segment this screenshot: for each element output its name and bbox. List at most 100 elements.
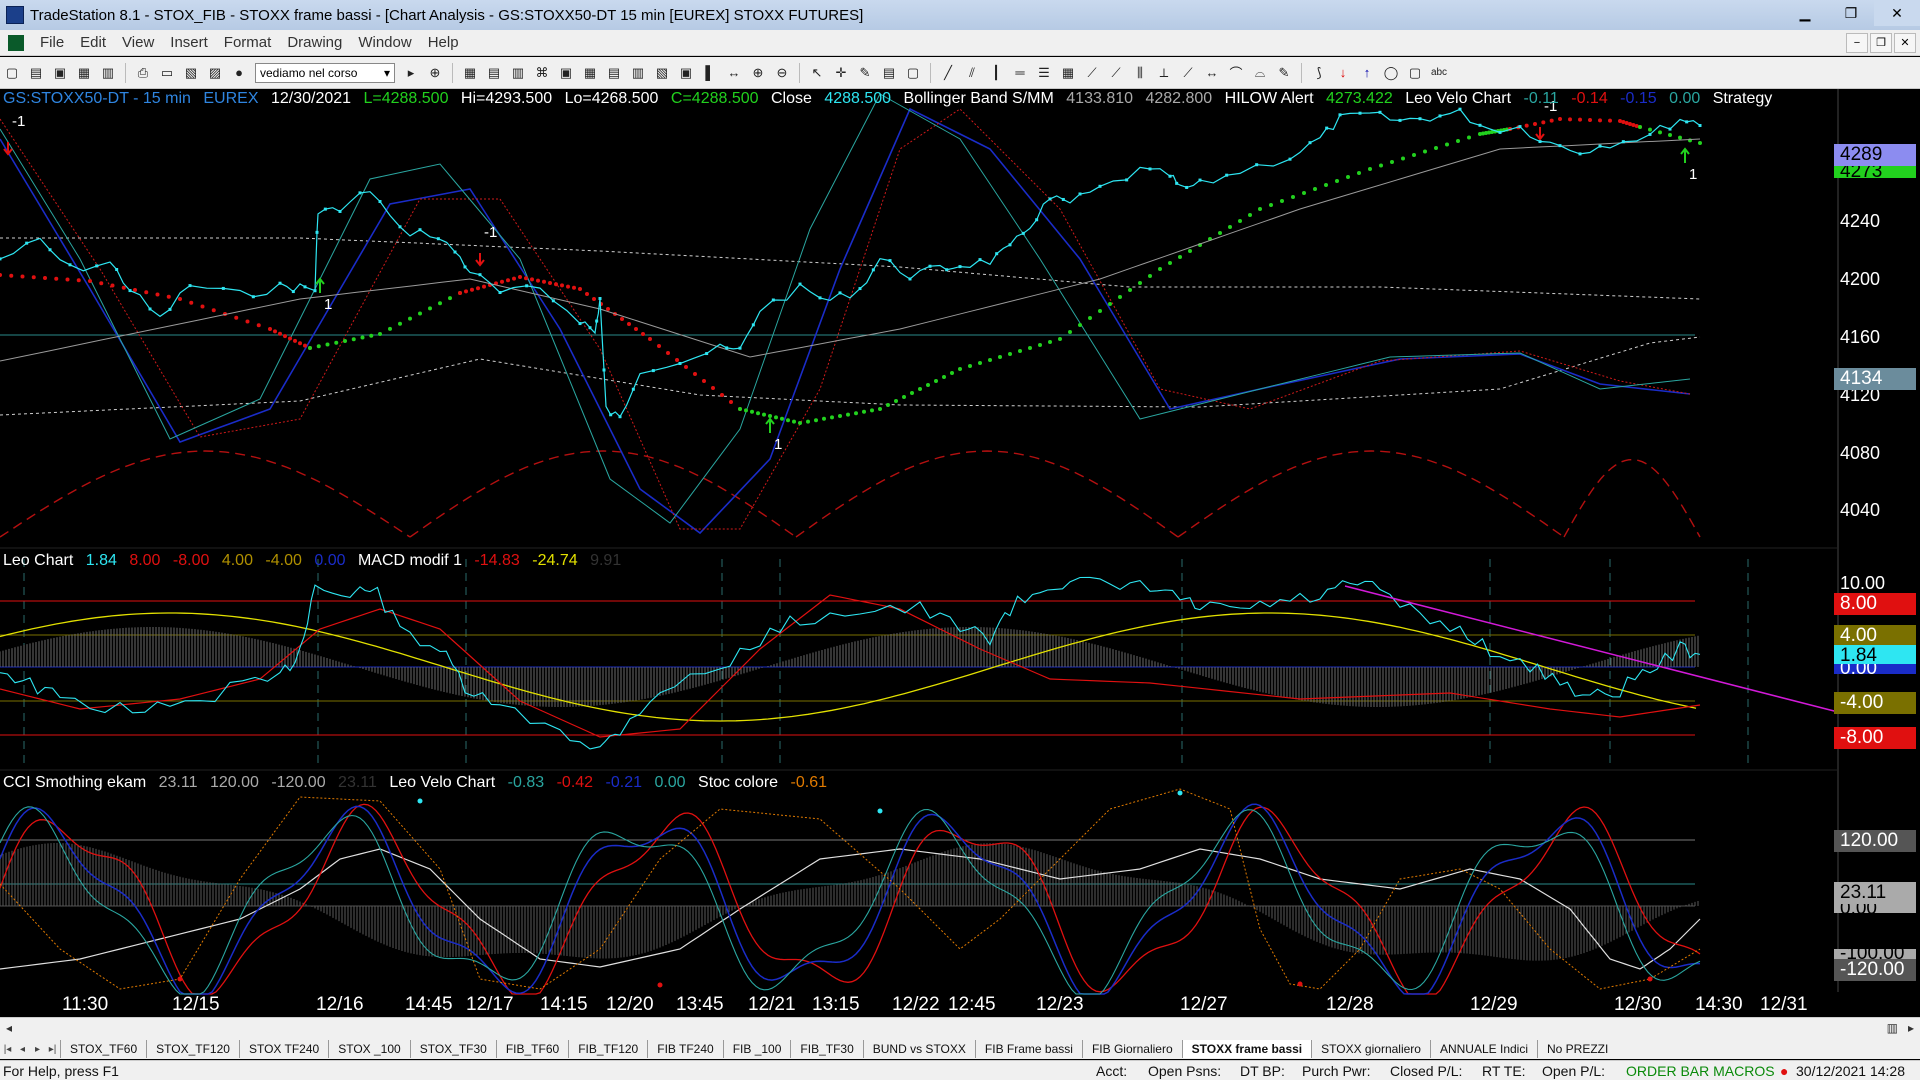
regression-icon[interactable]: ⫼: [1130, 63, 1150, 83]
gann-icon[interactable]: ⟋: [1082, 63, 1102, 83]
fib-ext-icon[interactable]: ▦: [1058, 63, 1078, 83]
drawing-icon[interactable]: ▢: [903, 63, 923, 83]
lock-icon[interactable]: ▦: [74, 63, 94, 83]
alert-icon[interactable]: ▨: [205, 63, 225, 83]
cycle-icon[interactable]: ⟂: [1154, 63, 1174, 83]
arc-icon[interactable]: ⌒: [1226, 63, 1246, 83]
tab-last-icon[interactable]: ▸|: [45, 1044, 60, 1055]
fib-icon[interactable]: ☰: [1034, 63, 1054, 83]
format-icon[interactable]: ▤: [879, 63, 899, 83]
desktop-icon[interactable]: ▥: [98, 63, 118, 83]
mdi-restore-button[interactable]: ❐: [1870, 32, 1892, 53]
price-bar: [278, 281, 282, 285]
vertical-line-icon[interactable]: ┃: [986, 63, 1006, 83]
tab-fib-tf120[interactable]: FIB_TF120: [568, 1040, 647, 1058]
refresh-icon[interactable]: ▧: [181, 63, 201, 83]
bars-icon[interactable]: ▌: [700, 63, 720, 83]
close-button[interactable]: ✕: [1874, 0, 1920, 26]
tab-stoxx-frame-bassi[interactable]: STOXX frame bassi: [1181, 1040, 1312, 1058]
scroll-thumb[interactable]: ▥: [1887, 1021, 1898, 1035]
menu-format[interactable]: Format: [216, 34, 280, 51]
shift-icon[interactable]: ↔: [724, 63, 744, 83]
tab-stoxx-giornaliero[interactable]: STOXX giornaliero: [1311, 1040, 1430, 1058]
hilow-dot: [720, 393, 724, 397]
tab-fib-giornaliero[interactable]: FIB Giornaliero: [1081, 1040, 1182, 1058]
tab-fib-tf240[interactable]: FIB TF240: [647, 1040, 722, 1058]
strategy-icon[interactable]: ▧: [652, 63, 672, 83]
tools-icon[interactable]: ✎: [855, 63, 875, 83]
maximize-button[interactable]: ❐: [1828, 0, 1874, 26]
menu-window[interactable]: Window: [350, 34, 419, 51]
interval-select[interactable]: vediamo nel corso ▾: [255, 62, 395, 83]
zoom-in-icon[interactable]: ⊕: [748, 63, 768, 83]
scroll-left-icon[interactable]: ◂: [6, 1021, 12, 1035]
tab-fib-100[interactable]: FIB _100: [722, 1040, 791, 1058]
macro-icon[interactable]: ●: [229, 63, 249, 83]
horizontal-scrollbar[interactable]: ◂ ▥ ▸: [0, 1017, 1920, 1039]
price-bar: [1148, 167, 1152, 171]
options-icon[interactable]: ⌘: [532, 63, 552, 83]
menu-file[interactable]: File: [32, 34, 72, 51]
tab-stox-100[interactable]: STOX _100: [328, 1040, 409, 1058]
channel-icon[interactable]: ⫽: [962, 63, 982, 83]
ellipse-icon[interactable]: ◯: [1381, 63, 1401, 83]
menu-insert[interactable]: Insert: [162, 34, 216, 51]
pointer-icon[interactable]: ↖: [807, 63, 827, 83]
arc-fan-icon[interactable]: ⌓: [1250, 63, 1270, 83]
tab-stox-tf120[interactable]: STOX_TF120: [146, 1040, 239, 1058]
tab-fib-frame-bassi[interactable]: FIB Frame bassi: [974, 1040, 1082, 1058]
tab-next-icon[interactable]: ▸: [30, 1044, 45, 1055]
text-icon[interactable]: abc: [1429, 63, 1449, 83]
curve-icon[interactable]: ⟆: [1309, 63, 1329, 83]
time-sales-icon[interactable]: ▦: [580, 63, 600, 83]
arrow-both-icon[interactable]: ↔: [1202, 63, 1222, 83]
speed-lines-icon[interactable]: ⟋: [1106, 63, 1126, 83]
tab-no-prezzi[interactable]: No PREZZI: [1537, 1040, 1617, 1058]
radar-icon[interactable]: ▤: [484, 63, 504, 83]
tab-fib-tf30[interactable]: FIB_TF30: [790, 1040, 862, 1058]
save-icon[interactable]: ▣: [50, 63, 70, 83]
status-order-bar-macros[interactable]: ORDER BAR MACROS: [1626, 1063, 1775, 1079]
mdi-close-button[interactable]: ✕: [1894, 32, 1916, 53]
scroll-right-icon[interactable]: ▸: [1908, 1021, 1914, 1035]
indicator-icon[interactable]: ▥: [628, 63, 648, 83]
tab-stox-tf240[interactable]: STOX TF240: [238, 1040, 328, 1058]
tab-prev-icon[interactable]: ◂: [15, 1044, 30, 1055]
arrow-up-icon[interactable]: ↑: [1357, 63, 1377, 83]
tab-fib-tf60[interactable]: FIB_TF60: [495, 1040, 568, 1058]
print-icon[interactable]: ⎙: [133, 63, 153, 83]
pen-icon[interactable]: ✎: [1274, 63, 1294, 83]
menu-view[interactable]: View: [114, 34, 162, 51]
chart-icon[interactable]: ▦: [460, 63, 480, 83]
matrix-icon[interactable]: ▣: [556, 63, 576, 83]
new-icon[interactable]: ▢: [2, 63, 22, 83]
minimize-button[interactable]: ▁: [1782, 0, 1828, 26]
scan-icon[interactable]: ⊕: [425, 63, 445, 83]
tab-stox-tf60[interactable]: STOX_TF60: [60, 1040, 146, 1058]
menu-help[interactable]: Help: [420, 34, 467, 51]
tab-annuale-indici[interactable]: ANNUALE Indici: [1429, 1040, 1537, 1058]
trendline-icon[interactable]: ╱: [938, 63, 958, 83]
andrews-icon[interactable]: ⟋: [1178, 63, 1198, 83]
hilow-dot: [303, 343, 307, 348]
news-icon[interactable]: ▤: [604, 63, 624, 83]
quote-icon[interactable]: ▥: [508, 63, 528, 83]
print-preview-icon[interactable]: ▭: [157, 63, 177, 83]
menu-edit[interactable]: Edit: [72, 34, 114, 51]
rectangle-icon[interactable]: ▢: [1405, 63, 1425, 83]
crosshair-icon[interactable]: ✛: [831, 63, 851, 83]
chart-analysis[interactable]: -1 1 -1 1 -1 1 GS:STOXX50-DT - 15 min EUREX 1…: [0, 89, 1920, 1016]
mdi-minimize-button[interactable]: −: [1846, 32, 1868, 53]
zoom-out-icon[interactable]: ⊖: [772, 63, 792, 83]
horizontal-line-icon[interactable]: ═: [1010, 63, 1030, 83]
time-axis-label: 12/17: [466, 994, 514, 1015]
tab-stox-tf30[interactable]: STOX_TF30: [409, 1040, 496, 1058]
open-icon[interactable]: ▤: [26, 63, 46, 83]
menu-drawing[interactable]: Drawing: [279, 34, 350, 51]
chart-window-icon[interactable]: [8, 34, 24, 51]
play-icon[interactable]: ▸: [401, 63, 421, 83]
tab-first-icon[interactable]: |◂: [0, 1044, 15, 1055]
arrow-down-icon[interactable]: ↓: [1333, 63, 1353, 83]
tab-bund-vs-stoxx[interactable]: BUND vs STOXX: [862, 1040, 975, 1058]
symbol-icon[interactable]: ▣: [676, 63, 696, 83]
